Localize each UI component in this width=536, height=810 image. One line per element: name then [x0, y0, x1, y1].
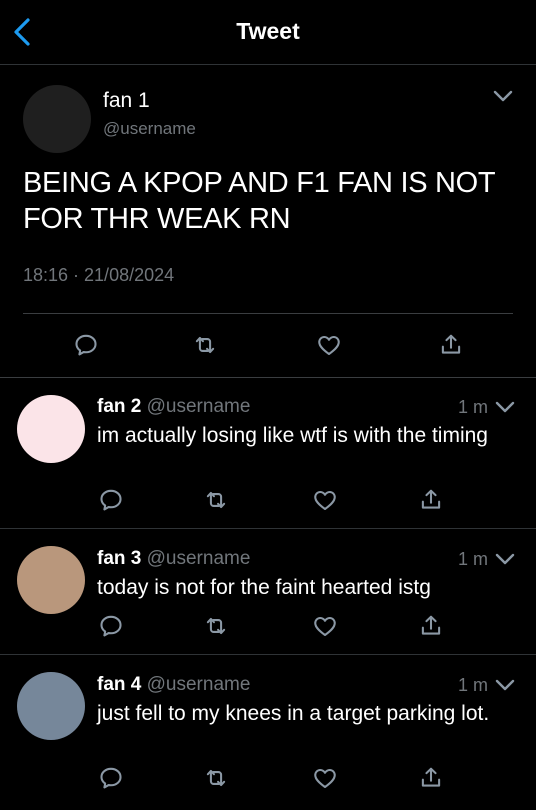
chevron-down-icon[interactable] [492, 89, 514, 103]
reply-icon[interactable] [98, 765, 124, 791]
reply-author-handle[interactable]: @username [147, 674, 251, 695]
reply-time: 1 m [458, 549, 489, 569]
reply-icon[interactable] [98, 487, 124, 513]
reply-author-handle[interactable]: @username [147, 396, 251, 417]
reply-time: 1 m [458, 397, 489, 417]
retweet-icon[interactable] [203, 613, 229, 639]
tweet-timestamp: 18:16 · 21/08/2024 [23, 265, 175, 285]
reply-header: fan 2 @username [97, 396, 250, 418]
avatar[interactable] [23, 85, 91, 153]
avatar[interactable] [17, 395, 85, 463]
like-icon[interactable] [312, 765, 338, 791]
main-tweet: fan 1 @username BEING A KPOP AND F1 FAN … [0, 65, 536, 378]
share-icon[interactable] [418, 765, 444, 791]
reply-tweet[interactable]: fan 2 @username 1 m im actually losing l… [0, 378, 536, 529]
reply-author-name[interactable]: fan 3 [97, 548, 141, 569]
retweet-icon[interactable] [203, 765, 229, 791]
reply-header: fan 4 @username [97, 674, 250, 696]
reply-author-handle[interactable]: @username [147, 548, 251, 569]
reply-tweet[interactable]: fan 4 @username 1 m just fell to my knee… [0, 655, 536, 810]
author-handle[interactable]: @username [103, 119, 196, 139]
avatar[interactable] [17, 672, 85, 740]
page-title: Tweet [236, 18, 300, 44]
top-navigation-bar: Tweet [0, 0, 536, 65]
reply-author-name[interactable]: fan 2 [97, 396, 141, 417]
reply-time: 1 m [458, 675, 489, 695]
like-icon[interactable] [316, 332, 342, 358]
retweet-icon[interactable] [192, 332, 218, 358]
chevron-down-icon[interactable] [494, 678, 516, 692]
like-icon[interactable] [312, 487, 338, 513]
reply-header: fan 3 @username [97, 548, 250, 570]
like-icon[interactable] [312, 613, 338, 639]
tweet-text: BEING A KPOP AND F1 FAN IS NOT FOR THR W… [23, 167, 495, 235]
share-icon[interactable] [438, 332, 464, 358]
reply-text: just fell to my knees in a target parkin… [97, 702, 490, 725]
chevron-down-icon[interactable] [494, 400, 516, 414]
share-icon[interactable] [418, 487, 444, 513]
reply-text: today is not for the faint hearted istg [97, 576, 431, 599]
avatar[interactable] [17, 546, 85, 614]
reply-author-name[interactable]: fan 4 [97, 674, 141, 695]
share-icon[interactable] [418, 613, 444, 639]
chevron-down-icon[interactable] [494, 552, 516, 566]
retweet-icon[interactable] [203, 487, 229, 513]
author-name[interactable]: fan 1 [103, 89, 150, 113]
divider [23, 313, 513, 314]
reply-icon[interactable] [98, 613, 124, 639]
reply-text: im actually losing like wtf is with the … [97, 424, 488, 447]
reply-icon[interactable] [73, 332, 99, 358]
reply-tweet[interactable]: fan 3 @username 1 m today is not for the… [0, 529, 536, 655]
